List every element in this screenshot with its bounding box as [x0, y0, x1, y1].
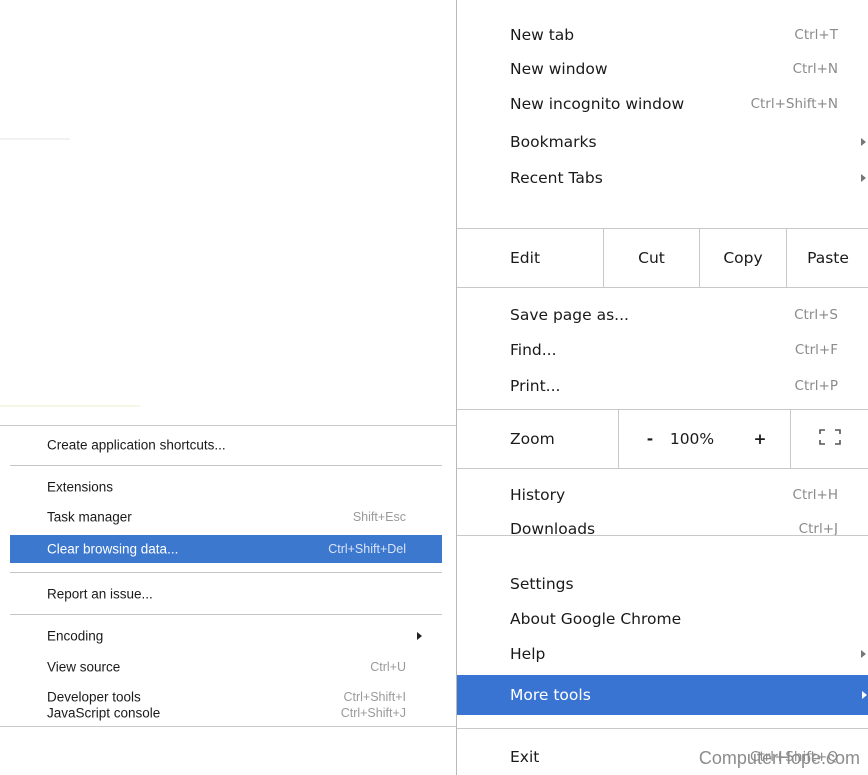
menu-item-label: New window — [510, 60, 608, 78]
menu-border — [456, 663, 457, 775]
menu-item-shortcut: Ctrl+P — [794, 378, 838, 394]
submenu-item-encoding[interactable]: Encoding — [10, 623, 442, 649]
submenu-item-label: View source — [47, 659, 121, 675]
menu-item-label: Help — [510, 645, 546, 663]
submenu-item-task-manager[interactable]: Task manager Shift+Esc — [10, 504, 442, 530]
menu-item-history[interactable]: History Ctrl+H — [457, 478, 868, 512]
menu-item-more-tools[interactable]: More tools — [449, 675, 868, 715]
menu-item-label: Save page as... — [510, 306, 629, 324]
menu-item-label: History — [510, 486, 566, 504]
zoom-in-button[interactable]: + — [745, 410, 775, 468]
zoom-label: Zoom — [510, 430, 555, 448]
zoom-out-button[interactable]: - — [635, 410, 665, 468]
submenu-item-label: JavaScript console — [47, 705, 161, 721]
more-tools-submenu: Create application shortcuts... Extensio… — [0, 425, 456, 727]
menu-item-label: New incognito window — [510, 95, 685, 113]
menu-item-shortcut: Ctrl+F — [794, 342, 838, 358]
submenu-item-create-application-shortcuts[interactable]: Create application shortcuts... — [10, 432, 442, 458]
menu-item-shortcut: Ctrl+T — [794, 27, 838, 43]
menu-item-about-google-chrome[interactable]: About Google Chrome — [457, 602, 868, 636]
zoom-level-value: 100% — [669, 430, 715, 448]
submenu-item-extensions[interactable]: Extensions — [10, 474, 442, 500]
menu-item-find[interactable]: Find... Ctrl+F — [457, 333, 868, 367]
menu-item-help[interactable]: Help — [457, 637, 868, 671]
menu-item-label: Bookmarks — [510, 133, 597, 151]
cut-button[interactable]: Cut — [604, 229, 699, 287]
menu-item-label: Recent Tabs — [510, 169, 603, 187]
fullscreen-icon — [819, 429, 841, 449]
menu-item-shortcut: Ctrl+H — [792, 487, 838, 503]
separator — [10, 572, 442, 573]
menu-item-print[interactable]: Print... Ctrl+P — [457, 369, 868, 403]
menu-item-label: Find... — [510, 341, 557, 359]
submenu-item-clear-browsing-data[interactable]: Clear browsing data... Ctrl+Shift+Del — [10, 535, 442, 563]
submenu-arrow-icon — [861, 174, 866, 182]
menu-item-label: Exit — [510, 748, 540, 766]
menu-item-settings[interactable]: Settings — [457, 567, 868, 601]
submenu-item-label: Clear browsing data... — [47, 541, 179, 557]
menu-item-label: About Google Chrome — [510, 610, 682, 628]
submenu-arrow-icon — [861, 650, 866, 658]
menu-item-save-page-as[interactable]: Save page as... Ctrl+S — [457, 298, 868, 332]
fullscreen-button[interactable] — [791, 410, 868, 468]
menu-item-shortcut: Ctrl+N — [792, 61, 838, 77]
separator — [10, 465, 442, 466]
menu-item-recent-tabs[interactable]: Recent Tabs — [457, 161, 868, 195]
menu-item-new-window[interactable]: New window Ctrl+N — [457, 52, 868, 86]
menu-item-shortcut: Ctrl+S — [794, 307, 838, 323]
menu-item-new-tab[interactable]: New tab Ctrl+T — [457, 18, 868, 52]
copy-button[interactable]: Copy — [700, 229, 786, 287]
submenu-arrow-icon — [862, 691, 867, 699]
edit-row: Edit Cut Copy Paste — [457, 228, 868, 288]
submenu-item-shortcut: Ctrl+Shift+Del — [328, 542, 406, 556]
menu-item-label: More tools — [510, 686, 591, 704]
zoom-row: Zoom - 100% + — [457, 409, 868, 469]
menu-item-shortcut: Ctrl+Shift+N — [750, 96, 838, 112]
paste-button[interactable]: Paste — [787, 229, 868, 287]
submenu-item-shortcut: Ctrl+Shift+J — [340, 706, 406, 720]
separator — [457, 728, 868, 729]
edit-label: Edit — [510, 249, 541, 267]
submenu-item-shortcut: Ctrl+U — [370, 660, 406, 674]
submenu-arrow-icon — [861, 138, 866, 146]
menu-item-bookmarks[interactable]: Bookmarks — [457, 125, 868, 159]
submenu-arrow-icon — [417, 632, 422, 640]
submenu-item-label: Extensions — [47, 479, 114, 495]
background-artifact — [0, 138, 70, 140]
menu-item-new-incognito-window[interactable]: New incognito window Ctrl+Shift+N — [457, 87, 868, 121]
separator — [10, 614, 442, 615]
menu-item-downloads[interactable]: Downloads Ctrl+J — [457, 512, 868, 546]
background-artifact — [0, 405, 140, 407]
submenu-item-report-an-issue[interactable]: Report an issue... — [10, 581, 442, 607]
submenu-item-label: Encoding — [47, 628, 104, 644]
chrome-main-menu: New tab Ctrl+T New window Ctrl+N New inc… — [449, 0, 868, 766]
submenu-item-view-source[interactable]: View source Ctrl+U — [10, 654, 442, 680]
submenu-item-javascript-console[interactable]: JavaScript console Ctrl+Shift+J — [10, 698, 442, 728]
divider — [618, 410, 619, 468]
submenu-item-label: Task manager — [47, 509, 132, 525]
submenu-item-shortcut: Shift+Esc — [352, 510, 406, 524]
watermark: ComputerHope.com — [698, 748, 860, 768]
menu-item-label: Print... — [510, 377, 561, 395]
separator — [457, 535, 868, 536]
menu-item-label: New tab — [510, 26, 575, 44]
menu-item-label: Settings — [510, 575, 574, 593]
submenu-item-label: Report an issue... — [47, 586, 153, 602]
submenu-item-label: Create application shortcuts... — [47, 437, 226, 453]
